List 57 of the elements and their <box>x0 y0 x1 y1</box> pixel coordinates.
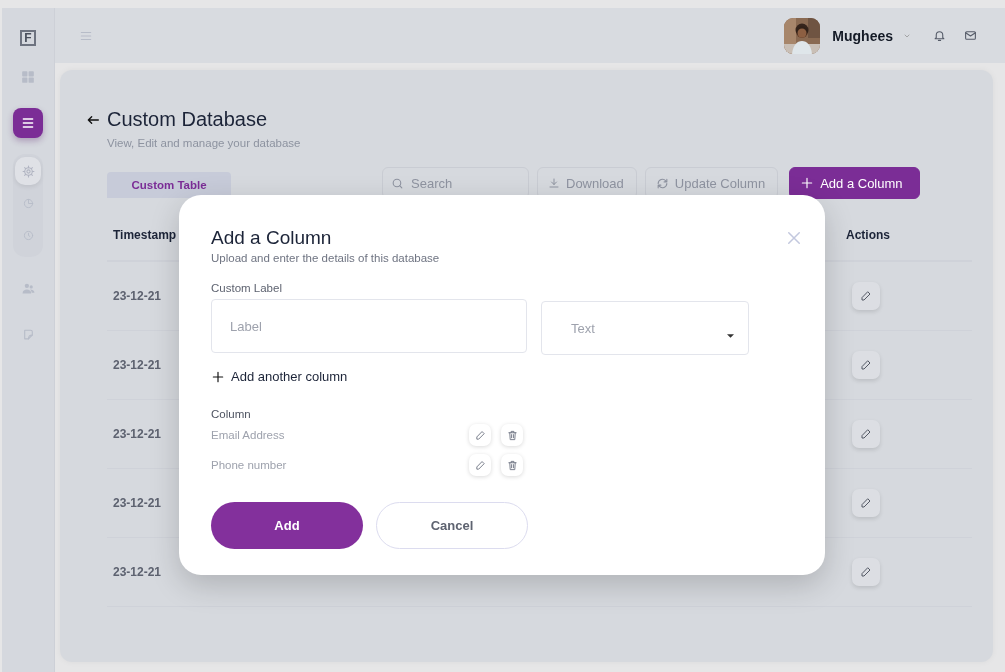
bell-icon <box>933 29 946 42</box>
column-name: Email Address <box>211 429 286 441</box>
edit-button[interactable] <box>852 282 880 310</box>
page-title: Custom Database <box>107 108 268 131</box>
pencil-icon <box>474 459 486 471</box>
edit-button[interactable] <box>852 558 880 586</box>
search-icon <box>391 177 404 190</box>
tab[interactable]: Custom Table <box>107 172 231 198</box>
table-cell: 23-12-21 <box>113 496 162 510</box>
pie-chart-icon <box>22 197 34 209</box>
section-heading: Column <box>211 408 252 420</box>
user-name[interactable]: Mughees <box>832 27 893 44</box>
refresh-icon <box>655 176 669 190</box>
edit-button[interactable] <box>852 351 880 379</box>
table-cell: 23-12-21 <box>113 427 162 441</box>
grid-icon <box>21 70 35 84</box>
pencil-icon <box>860 497 872 509</box>
pencil-icon <box>860 566 872 578</box>
edit-button[interactable] <box>469 454 491 476</box>
add-column-link[interactable]: Add another column <box>211 369 348 384</box>
delete-button[interactable] <box>501 454 523 476</box>
table-cell: 23-12-21 <box>113 565 162 579</box>
trash-icon <box>506 459 518 471</box>
add-button[interactable]: Add <box>211 502 363 549</box>
plus-icon <box>211 369 225 384</box>
delete-button[interactable] <box>501 424 523 446</box>
pencil-icon <box>474 429 486 441</box>
cancel-button[interactable]: Cancel <box>376 502 528 549</box>
page-subtitle: View, Edit and manage your database <box>107 137 302 149</box>
document-icon <box>21 327 35 341</box>
edit-button[interactable] <box>469 424 491 446</box>
dialog-title: Add a Column <box>211 227 333 249</box>
plus-icon <box>800 176 815 190</box>
column-name: Phone number <box>211 459 288 471</box>
clock-icon <box>22 229 34 241</box>
edit-button[interactable] <box>852 489 880 517</box>
mail-icon <box>964 29 977 42</box>
edit-button[interactable] <box>852 420 880 448</box>
people-icon <box>21 281 35 295</box>
trash-icon <box>506 429 518 441</box>
dialog-subtitle: Upload and enter the details of this database <box>211 252 441 264</box>
sidebar-item[interactable] <box>13 108 43 138</box>
close-icon <box>785 229 803 247</box>
download-icon <box>548 177 560 189</box>
field-label: Custom Label <box>211 282 283 294</box>
table-cell: 23-12-21 <box>113 289 162 303</box>
pencil-icon <box>860 290 872 302</box>
logo: F <box>20 30 36 46</box>
gear-icon <box>21 164 35 178</box>
pencil-icon <box>860 359 872 371</box>
label-field[interactable]: Label <box>211 299 527 353</box>
table-cell: 23-12-21 <box>113 358 162 372</box>
menu-icon <box>20 115 36 131</box>
add-button[interactable]: Add a Column <box>789 167 920 199</box>
pencil-icon <box>860 428 872 440</box>
close-button[interactable] <box>785 229 803 247</box>
caret-icon <box>727 334 734 338</box>
